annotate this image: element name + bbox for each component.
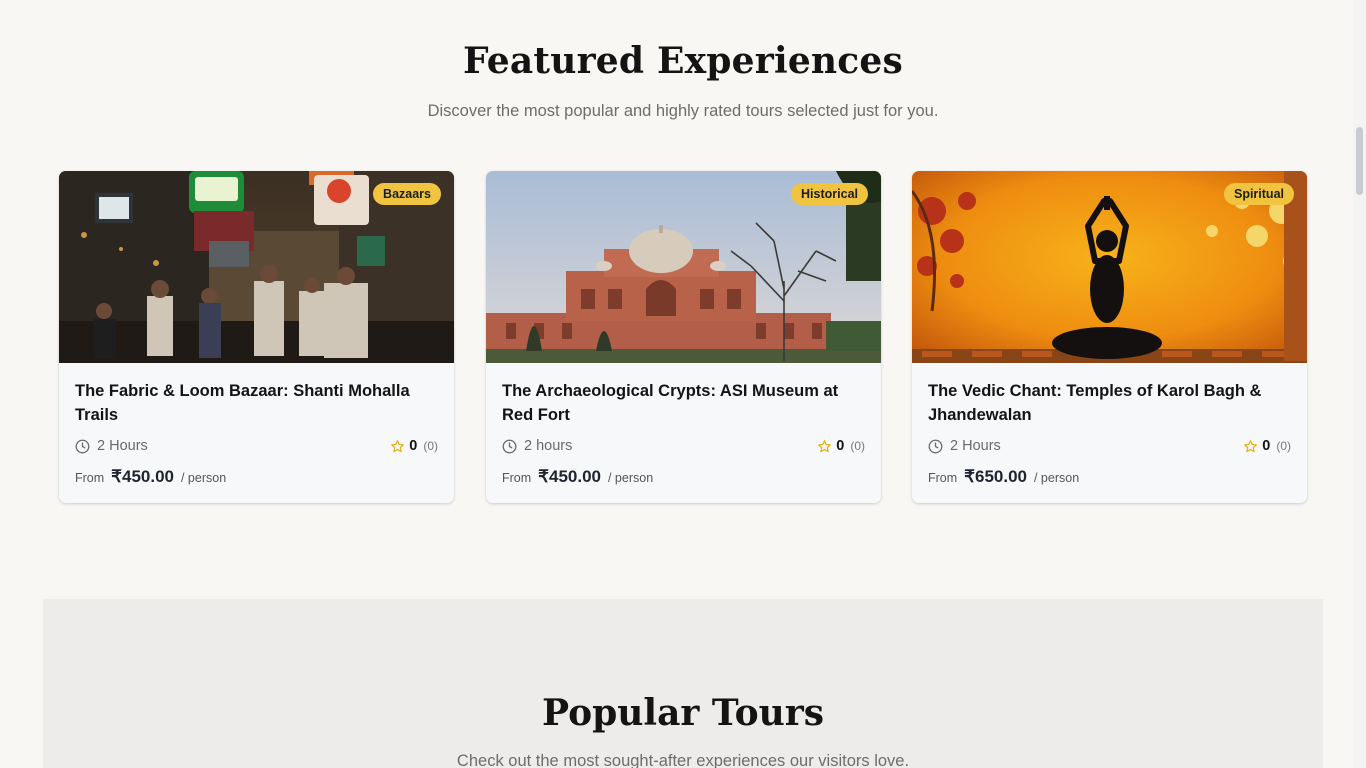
scrollbar-thumb[interactable]	[1356, 127, 1363, 195]
duration-label: 2 Hours	[950, 438, 1001, 454]
tour-price: From ₹450.00 / person	[502, 467, 865, 487]
category-badge: Spiritual	[1223, 183, 1294, 205]
tour-card-title[interactable]: The Fabric & Loom Bazaar: Shanti Mohalla…	[75, 379, 438, 427]
price-from-label: From	[502, 471, 532, 485]
tour-card-image[interactable]: Bazaars	[59, 171, 454, 363]
tour-price: From ₹450.00 / person	[75, 467, 438, 487]
category-badge: Historical	[791, 183, 868, 205]
tour-card-body: The Archaeological Crypts: ASI Museum at…	[486, 363, 881, 503]
clock-icon	[928, 439, 943, 453]
tour-card-bazaar[interactable]: Bazaars The Fabric & Loom Bazaar: Shanti…	[59, 171, 454, 503]
tour-rating: 0 (0)	[390, 438, 438, 454]
rating-value: 0	[409, 438, 418, 454]
price-value: ₹650.00	[964, 467, 1027, 486]
duration-label: 2 hours	[524, 438, 573, 454]
tour-price: From ₹650.00 / person	[928, 467, 1291, 487]
tour-duration: 2 hours	[502, 438, 572, 454]
price-per-label: / person	[607, 471, 654, 485]
price-from-label: From	[75, 471, 105, 485]
tour-card-title[interactable]: The Vedic Chant: Temples of Karol Bagh &…	[928, 379, 1291, 427]
featured-section-title: Featured Experiences	[463, 40, 903, 82]
tour-card-body: The Fabric & Loom Bazaar: Shanti Mohalla…	[59, 363, 454, 503]
price-from-label: From	[928, 471, 958, 485]
star-icon	[391, 439, 405, 452]
tour-card-image[interactable]: Spiritual	[912, 171, 1307, 363]
tour-card-meta: 2 Hours 0 (0)	[75, 436, 438, 456]
duration-label: 2 Hours	[97, 438, 148, 454]
rating-count: (0)	[1276, 439, 1291, 453]
star-icon	[1244, 439, 1258, 452]
tour-card-body: The Vedic Chant: Temples of Karol Bagh &…	[912, 363, 1307, 503]
tour-card-image[interactable]: Historical	[486, 171, 881, 363]
page: Featured Experiences Discover the most p…	[0, 0, 1366, 768]
rating-value: 0	[836, 438, 845, 454]
star-icon	[818, 439, 832, 452]
clock-icon	[75, 439, 90, 453]
tour-rating: 0 (0)	[1243, 438, 1291, 454]
tour-card-meta: 2 Hours 0 (0)	[928, 436, 1291, 456]
tour-duration: 2 Hours	[75, 438, 148, 454]
tour-card-title[interactable]: The Archaeological Crypts: ASI Museum at…	[502, 379, 865, 427]
popular-section-title: Popular Tours	[541, 692, 825, 734]
page-scrollbar[interactable]	[1353, 0, 1366, 768]
tour-card-meta: 2 hours 0 (0)	[502, 436, 865, 456]
rating-value: 0	[1262, 438, 1271, 454]
rating-count: (0)	[850, 439, 865, 453]
popular-section-subtitle: Check out the most sought-after experien…	[456, 752, 910, 768]
price-per-label: / person	[1033, 471, 1080, 485]
tour-card-spiritual[interactable]: Spiritual The Vedic Chant: Temples of Ka…	[912, 171, 1307, 503]
category-badge: Bazaars	[373, 183, 441, 205]
price-value: ₹450.00	[111, 467, 174, 486]
popular-tours-section	[43, 599, 1323, 768]
clock-icon	[502, 439, 517, 453]
featured-section-subtitle: Discover the most popular and highly rat…	[427, 102, 939, 120]
tour-rating: 0 (0)	[817, 438, 865, 454]
rating-count: (0)	[423, 439, 438, 453]
tour-card-historical[interactable]: Historical The Archaeological Crypts: AS…	[486, 171, 881, 503]
tour-duration: 2 Hours	[928, 438, 1001, 454]
price-value: ₹450.00	[538, 467, 601, 486]
price-per-label: / person	[180, 471, 227, 485]
